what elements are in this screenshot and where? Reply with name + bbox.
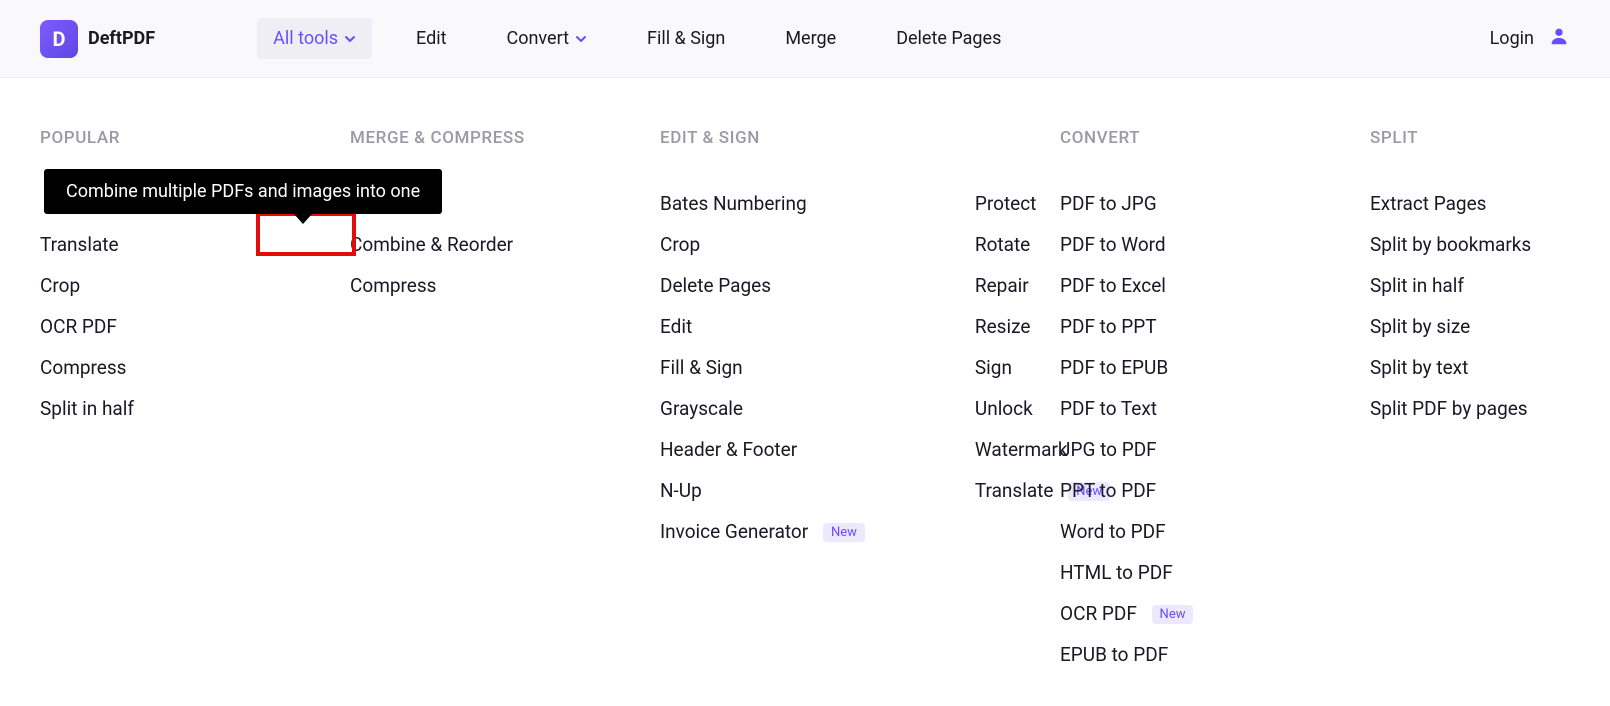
menu-item-cv-pdf2ppt[interactable]: PDF to PPT [1060, 315, 1260, 338]
menu-item-popular-translate[interactable]: Translate [40, 233, 240, 256]
nav-merge-label: Merge [785, 28, 836, 49]
menu-item-es-nup[interactable]: N-Up [660, 479, 865, 502]
col-split-title: SPLIT [1370, 128, 1570, 148]
menu-item-sp-pages[interactable]: Split PDF by pages [1370, 397, 1570, 420]
nav-fill-sign[interactable]: Fill & Sign [631, 18, 741, 59]
menu-item-sp-bookmarks[interactable]: Split by bookmarks [1370, 233, 1570, 256]
menu-item-cv-pdf2word[interactable]: PDF to Word [1060, 233, 1260, 256]
user-icon[interactable] [1548, 25, 1570, 52]
col-split: SPLIT Extract Pages Split by bookmarks S… [1370, 128, 1570, 666]
menu-item-es-delete[interactable]: Delete Pages [660, 274, 865, 297]
nav-all-tools-label: All tools [273, 28, 338, 49]
menu-item-es-edit[interactable]: Edit [660, 315, 865, 338]
menu-item-es-fillsign[interactable]: Fill & Sign [660, 356, 865, 379]
menu-item-sp-size[interactable]: Split by size [1370, 315, 1570, 338]
menu-item-es-grayscale[interactable]: Grayscale [660, 397, 865, 420]
nav-merge[interactable]: Merge [769, 18, 852, 59]
nav-all-tools[interactable]: All tools [257, 18, 372, 59]
menu-item-mc-combine[interactable]: Combine & Reorder [350, 233, 550, 256]
login-link[interactable]: Login [1490, 28, 1534, 49]
col-edit-sign: EDIT & SIGN Bates Numbering Crop Delete … [660, 128, 950, 666]
logo-icon: D [40, 20, 78, 58]
nav-fill-sign-label: Fill & Sign [647, 28, 725, 49]
chevron-down-icon [344, 33, 356, 45]
menu-item-popular-compress[interactable]: Compress [40, 356, 240, 379]
menu-edit-sign-a: Bates Numbering Crop Delete Pages Edit F… [660, 192, 865, 543]
navbar: D DeftPDF All tools Edit Convert Fill & … [0, 0, 1610, 78]
menu-item-cv-pdf2excel[interactable]: PDF to Excel [1060, 274, 1260, 297]
menu-convert: PDF to JPG PDF to Word PDF to Excel PDF … [1060, 192, 1260, 666]
menu-item-cv-html2pdf[interactable]: HTML to PDF [1060, 561, 1260, 584]
tooltip-merge: Combine multiple PDFs and images into on… [44, 169, 442, 214]
nav-right: Login [1490, 25, 1570, 52]
menu-item-cv-ocrpdf[interactable]: OCR PDF New [1060, 602, 1260, 625]
menu-item-cv-ppt2pdf[interactable]: PPT to PDF [1060, 479, 1260, 502]
menu-popular: Merge Translate Crop OCR PDF Compress Sp… [40, 192, 240, 420]
page: D DeftPDF All tools Edit Convert Fill & … [0, 0, 1610, 706]
menu-item-mc-compress[interactable]: Compress [350, 274, 550, 297]
chevron-down-icon [575, 33, 587, 45]
menu-item-cv-word2pdf[interactable]: Word to PDF [1060, 520, 1260, 543]
menu-item-es-bates[interactable]: Bates Numbering [660, 192, 865, 215]
col-merge-compress-title: MERGE & COMPRESS [350, 128, 550, 148]
menu-item-es-invoice[interactable]: Invoice Generator New [660, 520, 865, 543]
tooltip-text: Combine multiple PDFs and images into on… [66, 181, 420, 202]
menu-item-popular-splithalf[interactable]: Split in half [40, 397, 240, 420]
menu-item-es-invoice-label: Invoice Generator [660, 520, 808, 543]
menu-item-sp-text[interactable]: Split by text [1370, 356, 1570, 379]
nav-convert-label: Convert [507, 28, 570, 49]
col-popular-title: POPULAR [40, 128, 240, 148]
menu-item-es-translate-label: Translate [975, 479, 1054, 502]
menu-item-cv-jpg2pdf[interactable]: JPG to PDF [1060, 438, 1260, 461]
menu-item-popular-ocr[interactable]: OCR PDF [40, 315, 240, 338]
col-convert-title: CONVERT [1060, 128, 1260, 148]
col-edit-sign-wrap: Bates Numbering Crop Delete Pages Edit F… [660, 192, 950, 543]
menu-item-sp-extract[interactable]: Extract Pages [1370, 192, 1570, 215]
nav-convert[interactable]: Convert [491, 18, 604, 59]
nav-items: All tools Edit Convert Fill & Sign Merge [257, 18, 1017, 59]
badge-new: New [1152, 605, 1194, 624]
menu-item-cv-pdf2text[interactable]: PDF to Text [1060, 397, 1260, 420]
menu-item-popular-crop[interactable]: Crop [40, 274, 240, 297]
col-convert: CONVERT PDF to JPG PDF to Word PDF to Ex… [1060, 128, 1260, 666]
logo-text: DeftPDF [88, 28, 155, 49]
menu-item-cv-ocrpdf-label: OCR PDF [1060, 602, 1137, 625]
nav-delete-pages[interactable]: Delete Pages [880, 18, 1017, 59]
menu-item-cv-pdf2epub[interactable]: PDF to EPUB [1060, 356, 1260, 379]
menu-item-es-crop[interactable]: Crop [660, 233, 865, 256]
nav-delete-pages-label: Delete Pages [896, 28, 1001, 49]
menu-item-cv-epub2pdf[interactable]: EPUB to PDF [1060, 643, 1260, 666]
col-edit-sign-title: EDIT & SIGN [660, 128, 950, 148]
menu-item-sp-half[interactable]: Split in half [1370, 274, 1570, 297]
menu-item-cv-pdf2jpg[interactable]: PDF to JPG [1060, 192, 1260, 215]
menu-split: Extract Pages Split by bookmarks Split i… [1370, 192, 1570, 420]
logo[interactable]: D DeftPDF [40, 20, 155, 58]
menu-item-es-headerfooter[interactable]: Header & Footer [660, 438, 865, 461]
nav-edit[interactable]: Edit [400, 18, 462, 59]
badge-new: New [823, 523, 865, 542]
nav-edit-label: Edit [416, 28, 446, 49]
